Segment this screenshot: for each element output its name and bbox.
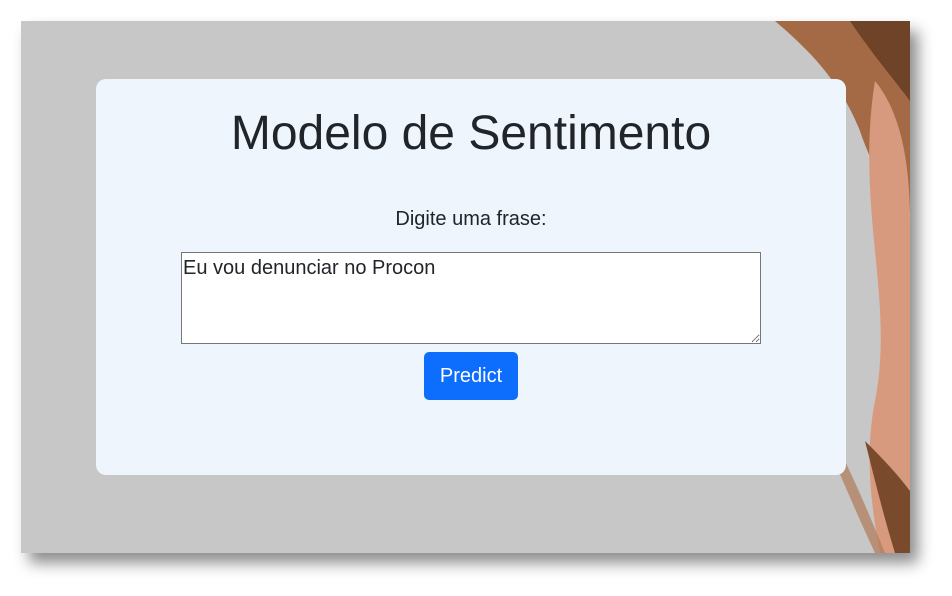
sentence-input[interactable] — [181, 252, 761, 344]
predict-button[interactable]: Predict — [424, 352, 518, 400]
sentiment-form-card: Modelo de Sentimento Digite uma frase: P… — [96, 79, 846, 475]
sentence-input-label: Digite uma frase: — [395, 208, 547, 230]
page-title: Modelo de Sentimento — [230, 107, 712, 160]
screenshot-frame: Modelo de Sentimento Digite uma frase: P… — [21, 21, 910, 553]
